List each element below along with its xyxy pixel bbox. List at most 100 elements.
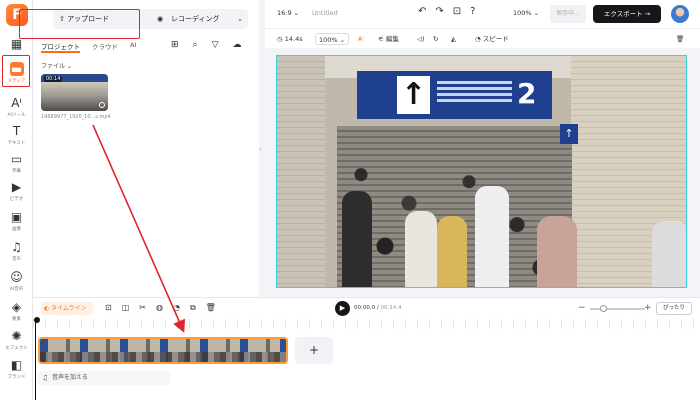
tab-project[interactable]: プロジェクト [41, 41, 80, 53]
edit-button[interactable]: ⚟ 編集 [378, 33, 399, 45]
station-wall [277, 56, 325, 287]
save-button[interactable]: 保存中... [550, 5, 586, 23]
volume-icon[interactable]: ◁) [417, 33, 425, 45]
select-checkbox[interactable] [99, 102, 105, 108]
rail-item-label: ビデオ [9, 197, 24, 202]
slider-knob[interactable] [600, 305, 607, 312]
ai-edit-icon[interactable]: Aᴵ [358, 33, 364, 45]
speed-button[interactable]: ◔ スピード [475, 33, 509, 45]
duration-display[interactable]: ◷ 14.4s [277, 33, 303, 45]
help-icon[interactable]: ? [470, 6, 475, 17]
zoom-in-icon[interactable]: + [644, 303, 652, 313]
timeline-zoom-slider[interactable] [590, 305, 645, 312]
record-icon: ◉ [157, 15, 164, 23]
video-icon: ▶ [11, 180, 22, 194]
delete-icon[interactable]: 🗑 [676, 33, 684, 45]
timeline-toolbar: ◐ タイムライン ⊡ ◫ ✂ ◍ ◔ ⧉ 🗑 ▶ 00:00.0 / 00:14… [33, 297, 700, 319]
rail-item-layout[interactable]: ▦ [0, 37, 33, 51]
current-time: 00:00.0 [354, 305, 376, 311]
history-tools: ↶ ↷ ⊡ ? [418, 6, 475, 17]
ai-voice-icon: ☺ [10, 270, 23, 284]
rail-item-music[interactable]: ♫ 音声 [0, 240, 33, 262]
export-label: エクスポート [603, 10, 643, 18]
folder-filter[interactable]: ファイル ⌄ [41, 61, 72, 70]
rail-item-video[interactable]: ▶ ビデオ [0, 180, 33, 202]
rotate-icon[interactable]: ↻ [433, 33, 438, 45]
delete-icon[interactable]: 🗑 [206, 303, 216, 313]
media-thumbnail[interactable]: 00:14 [41, 74, 108, 111]
add-audio-button[interactable]: ♫ 音声を加える [38, 371, 170, 385]
zoom-selector[interactable]: 100% ⌄ [513, 9, 539, 17]
feedback-icon[interactable]: ⊡ [453, 6, 461, 17]
small-sign-arrow: ↑ [560, 124, 578, 144]
zoom-value: 100% [513, 9, 532, 17]
split-icon[interactable]: ✂ [139, 303, 146, 313]
fit-button[interactable]: ぴったり [656, 302, 692, 315]
rail-item-subtitle[interactable]: ▭ 字幕 [0, 152, 33, 174]
duplicate-icon[interactable]: ⧉ [190, 303, 196, 313]
rail-item-label: 画像 [12, 227, 21, 232]
rail-item-element[interactable]: ◈ 要素 [0, 300, 33, 322]
media-filename: 14689977_1920_10...s.mp4 [41, 114, 111, 120]
panel-tools: ⊞ ⌕ ▽ ☁ [171, 40, 242, 50]
trim-icon[interactable]: ⊡ [105, 303, 112, 313]
speed-icon: ◔ [475, 35, 481, 43]
chevron-down-icon: ⌄ [66, 63, 72, 70]
add-clip-button[interactable]: + [295, 337, 333, 364]
timeline: + ♫ 音声を加える [33, 317, 700, 400]
clock-icon: ◷ [277, 35, 283, 43]
media-duration: 00:14 [44, 76, 63, 82]
rail-item-brand[interactable]: ◧ ブランド [0, 358, 33, 380]
zoom-out-icon[interactable]: − [578, 303, 586, 313]
video-clip[interactable] [38, 337, 288, 364]
collapse-panel-icon[interactable]: ‹ [259, 145, 265, 157]
aspect-ratio-selector[interactable]: 16:9 ⌄ [277, 9, 299, 17]
flip-icon[interactable]: ◭ [451, 33, 456, 45]
preview-zoom-selector[interactable]: 100% ⌄ [315, 33, 350, 45]
play-button[interactable]: ▶ [335, 301, 350, 316]
rail-item-label: テキスト [7, 141, 26, 146]
timeline-label: タイムライン [51, 305, 87, 312]
timeline-icon: ◐ [44, 305, 50, 312]
speed-icon[interactable]: ◔ [173, 303, 180, 313]
undo-icon[interactable]: ↶ [418, 6, 426, 17]
freeze-icon[interactable]: ◍ [156, 303, 163, 313]
record-button[interactable]: ◉ レコーディング ⌄ [151, 9, 248, 29]
annotation-box-upload [19, 9, 140, 39]
video-preview[interactable]: ↑ 2 ↑ [276, 55, 687, 288]
cloud-icon[interactable]: ☁ [233, 40, 242, 50]
subtitle-icon: ▭ [10, 152, 23, 166]
playhead-handle[interactable] [34, 317, 40, 323]
timeline-button[interactable]: ◐ タイムライン [41, 302, 93, 315]
arrow-right-icon: → [644, 10, 651, 18]
timeline-ruler[interactable] [33, 319, 700, 329]
edit-label: 編集 [385, 35, 399, 43]
avatar[interactable] [671, 5, 689, 23]
tab-ai[interactable]: AI [130, 41, 136, 53]
image-icon: ▣ [10, 210, 23, 224]
export-button[interactable]: エクスポート → [593, 5, 661, 23]
redo-icon[interactable]: ↷ [435, 6, 443, 17]
person [537, 216, 577, 287]
filter-icon[interactable]: ▽ [212, 40, 219, 50]
chevron-down-icon[interactable]: ⌄ [237, 9, 243, 29]
rail-item-text[interactable]: T テキスト [0, 124, 33, 146]
sliders-icon: ⚟ [378, 35, 384, 43]
duration-value: 14.4s [284, 35, 303, 43]
project-title[interactable]: Untitled [312, 9, 338, 17]
rail-item-effect[interactable]: ✺ エフェクト [0, 329, 33, 351]
search-icon[interactable]: ⌕ [193, 40, 198, 50]
preview-zoom-value: 100% [319, 36, 338, 44]
rail-item-ai-tools[interactable]: Aᴵ AIツール [0, 96, 33, 118]
playhead[interactable] [34, 317, 40, 400]
new-folder-icon[interactable]: ⊞ [171, 40, 179, 50]
add-audio-label: 音声を加える [52, 374, 88, 381]
rail-item-label: 字幕 [12, 169, 21, 174]
tab-cloud[interactable]: クラウド [92, 41, 118, 53]
sign-arrow: ↑ [397, 76, 430, 114]
crop-icon[interactable]: ◫ [122, 303, 130, 313]
music-icon: ♫ [11, 240, 22, 254]
rail-item-ai-voice[interactable]: ☺ AI音声 [0, 270, 33, 292]
rail-item-label: 要素 [12, 317, 21, 322]
rail-item-image[interactable]: ▣ 画像 [0, 210, 33, 232]
